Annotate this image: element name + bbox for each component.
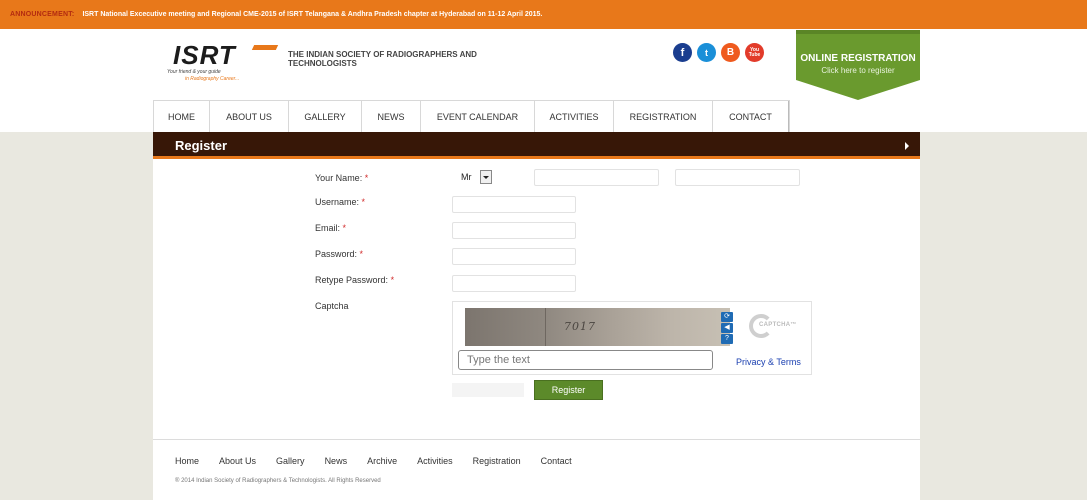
username-label: Username: * xyxy=(315,197,365,207)
required-mark: * xyxy=(361,197,366,207)
captcha-controls: ⟳ ◀ ? xyxy=(721,312,733,344)
copyright-text: ® 2014 Indian Society of Radiographers &… xyxy=(175,478,381,484)
left-background-band xyxy=(0,132,153,500)
recaptcha-logo-word: CAPTCHA™ xyxy=(759,322,797,328)
footer-link-registration[interactable]: Registration xyxy=(473,456,521,466)
captcha-input[interactable]: Type the text xyxy=(458,350,713,370)
online-registration-button[interactable]: ONLINE REGISTRATION Click here to regist… xyxy=(796,30,920,100)
footer-link-home[interactable]: Home xyxy=(175,456,199,466)
logo-tagline: Your friend & your guide xyxy=(167,69,221,75)
nav-news[interactable]: NEWS xyxy=(362,101,421,132)
retype-password-input[interactable] xyxy=(452,275,576,292)
footer-link-archive[interactable]: Archive xyxy=(367,456,397,466)
social-links: f t B You Tube xyxy=(673,43,764,62)
twitter-icon[interactable]: t xyxy=(697,43,716,62)
society-name: THE INDIAN SOCIETY OF RADIOGRAPHERS AND … xyxy=(288,50,477,68)
username-input[interactable] xyxy=(452,196,576,213)
required-mark: * xyxy=(390,275,395,285)
title-select-value: Mr xyxy=(461,172,472,182)
audio-icon[interactable]: ◀ xyxy=(721,323,733,333)
nav-home[interactable]: HOME xyxy=(154,101,210,132)
footer-link-about-us[interactable]: About Us xyxy=(219,456,256,466)
privacy-terms-link[interactable]: Privacy & Terms xyxy=(736,357,801,367)
nav-event-calendar[interactable]: EVENT CALENDAR xyxy=(421,101,535,132)
your-name-label-text: Your Name: xyxy=(315,173,363,183)
required-mark: * xyxy=(364,173,369,183)
page-title: Register xyxy=(175,138,228,153)
chevron-down-icon[interactable] xyxy=(479,170,492,184)
footer-link-activities[interactable]: Activities xyxy=(417,456,453,466)
captcha-image-text: 7017 xyxy=(564,320,596,333)
youtube-icon[interactable]: You Tube xyxy=(745,43,764,62)
footer-link-contact[interactable]: Contact xyxy=(541,456,572,466)
captcha-label: Captcha xyxy=(315,301,349,311)
footer-link-news[interactable]: News xyxy=(325,456,348,466)
nav-activities[interactable]: ACTIVITIES xyxy=(535,101,614,132)
captcha-widget: 7017 ⟳ ◀ ? CAPTCHA™ Type the text Privac… xyxy=(452,301,812,375)
last-name-input[interactable] xyxy=(675,169,800,186)
email-label-text: Email: xyxy=(315,223,341,233)
page-title-bar: Register xyxy=(153,132,920,159)
main-nav: HOME ABOUT US GALLERY NEWS EVENT CALENDA… xyxy=(153,100,790,132)
captcha-image-edge xyxy=(545,308,546,346)
logo-swoosh xyxy=(251,45,279,50)
footer-links: Home About Us Gallery News Archive Activ… xyxy=(175,456,592,466)
arrow-right-icon xyxy=(905,142,909,150)
username-label-text: Username: xyxy=(315,197,360,207)
announcement-label: ANNOUNCEMENT: xyxy=(10,11,75,18)
right-background-band xyxy=(920,132,1087,500)
email-input[interactable] xyxy=(452,222,576,239)
captcha-image: 7017 xyxy=(465,308,730,346)
required-mark: * xyxy=(342,223,347,233)
retype-password-label: Retype Password: * xyxy=(315,275,394,285)
nav-contact[interactable]: CONTACT xyxy=(713,101,789,132)
logo-text: ISRT xyxy=(173,40,236,70)
title-select[interactable]: Mr xyxy=(452,168,500,186)
register-button[interactable]: Register xyxy=(534,380,603,400)
recaptcha-logo: CAPTCHA™ xyxy=(749,314,809,340)
logo-tagline-sub: in Radiography Career... xyxy=(185,76,240,82)
isrt-logo[interactable]: ISRT Your friend & your guide in Radiogr… xyxy=(165,40,280,90)
online-registration-subtitle: Click here to register xyxy=(821,66,895,75)
password-label-text: Password: xyxy=(315,249,358,259)
refresh-icon[interactable]: ⟳ xyxy=(721,312,733,322)
announcement-bar: ANNOUNCEMENT: ISRT National Excecutive m… xyxy=(0,0,1087,29)
footer-link-gallery[interactable]: Gallery xyxy=(276,456,305,466)
password-label: Password: * xyxy=(315,249,363,259)
spacer-box xyxy=(452,383,524,397)
email-label: Email: * xyxy=(315,223,346,233)
password-input[interactable] xyxy=(452,248,576,265)
nav-gallery[interactable]: GALLERY xyxy=(289,101,362,132)
online-registration-badge-shape xyxy=(796,30,920,100)
facebook-icon[interactable]: f xyxy=(673,43,692,62)
blogger-icon[interactable]: B xyxy=(721,43,740,62)
required-mark: * xyxy=(359,249,364,259)
first-name-input[interactable] xyxy=(534,169,659,186)
footer-divider xyxy=(153,439,920,440)
online-registration-title: ONLINE REGISTRATION xyxy=(800,53,916,64)
retype-password-label-text: Retype Password: xyxy=(315,275,389,285)
announcement-text[interactable]: ISRT National Excecutive meeting and Reg… xyxy=(82,11,542,18)
nav-about-us[interactable]: ABOUT US xyxy=(210,101,289,132)
help-icon[interactable]: ? xyxy=(721,334,733,344)
nav-registration[interactable]: REGISTRATION xyxy=(614,101,713,132)
your-name-label: Your Name: * xyxy=(315,173,368,183)
